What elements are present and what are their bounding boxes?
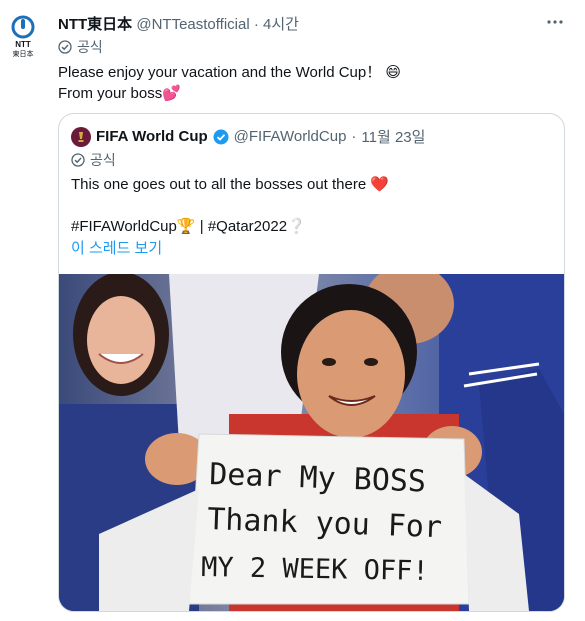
tweet-text-line1: Please enjoy your vacation and the World… — [58, 64, 382, 81]
author-handle[interactable]: @NTTeastofficial — [136, 16, 249, 33]
timestamp[interactable]: 4시간 — [263, 16, 299, 33]
tweet-photo[interactable]: Dear My BOSS Thank you For MY 2 WEEK OFF… — [59, 274, 564, 611]
fifa-avatar-icon[interactable] — [71, 126, 91, 147]
man-eye — [322, 358, 336, 366]
tweet-text-line2: From your boss — [58, 85, 163, 102]
man-eye — [364, 358, 378, 366]
hearts-emoji: 💕 — [162, 85, 181, 102]
trophy-emoji: 🏆 — [176, 218, 196, 235]
check-circle-icon — [58, 40, 72, 54]
pipe-separator: | — [199, 218, 204, 235]
avatar[interactable]: NTT 東日本 — [10, 15, 36, 61]
more-icon — [547, 20, 563, 24]
quoted-date[interactable]: 11월 23일 — [361, 126, 425, 147]
official-label: 공식 — [58, 37, 103, 57]
quoted-separator: · — [351, 128, 357, 145]
tweet[interactable]: NTT 東日本 NTT東日本 @NTTeastofficial · 4시간 공식… — [0, 0, 585, 621]
official-text: 공식 — [77, 39, 103, 55]
question-emoji: ❔ — [287, 218, 306, 235]
more-options-button[interactable] — [545, 12, 565, 32]
verified-badge-icon — [213, 129, 229, 144]
tweet-text: Please enjoy your vacation and the World… — [58, 62, 401, 104]
show-thread-link[interactable]: 이 스레드 보기 — [71, 237, 162, 258]
tweet-header: NTT東日本 @NTTeastofficial · 4시간 — [58, 13, 299, 34]
quoted-author-name[interactable]: FIFA World Cup — [96, 128, 208, 145]
author-name[interactable]: NTT東日本 — [58, 16, 132, 33]
avatar-logo-text: NTT — [15, 40, 31, 49]
quoted-official-label: 공식 — [71, 150, 116, 170]
quoted-author-handle[interactable]: @FIFAWorldCup — [234, 128, 347, 145]
ntt-logo-icon: NTT 東日本 — [11, 15, 35, 58]
heart-emoji: ❤️ — [370, 176, 390, 193]
quoted-header: FIFA World Cup @FIFAWorldCup · 11월 23일 — [71, 126, 425, 147]
quoted-text: This one goes out to all the bosses out … — [71, 174, 551, 237]
woman-face — [87, 296, 155, 384]
hashtag-qatar2022[interactable]: #Qatar2022 — [208, 218, 287, 235]
separator: · — [253, 16, 259, 33]
grin-emoji: 😄 — [385, 64, 402, 81]
quoted-tweet[interactable]: FIFA World Cup @FIFAWorldCup · 11월 23일 공… — [58, 113, 565, 612]
avatar-logo-sub: 東日本 — [13, 49, 34, 58]
quoted-official-text: 공식 — [90, 152, 116, 168]
man-face — [297, 310, 405, 438]
check-circle-icon — [71, 153, 85, 167]
sign-line3: MY 2 WEEK OFF! — [201, 552, 429, 587]
hashtag-fifaworldcup[interactable]: #FIFAWorldCup — [71, 218, 177, 235]
quoted-text-line1: This one goes out to all the bosses out … — [71, 176, 367, 193]
